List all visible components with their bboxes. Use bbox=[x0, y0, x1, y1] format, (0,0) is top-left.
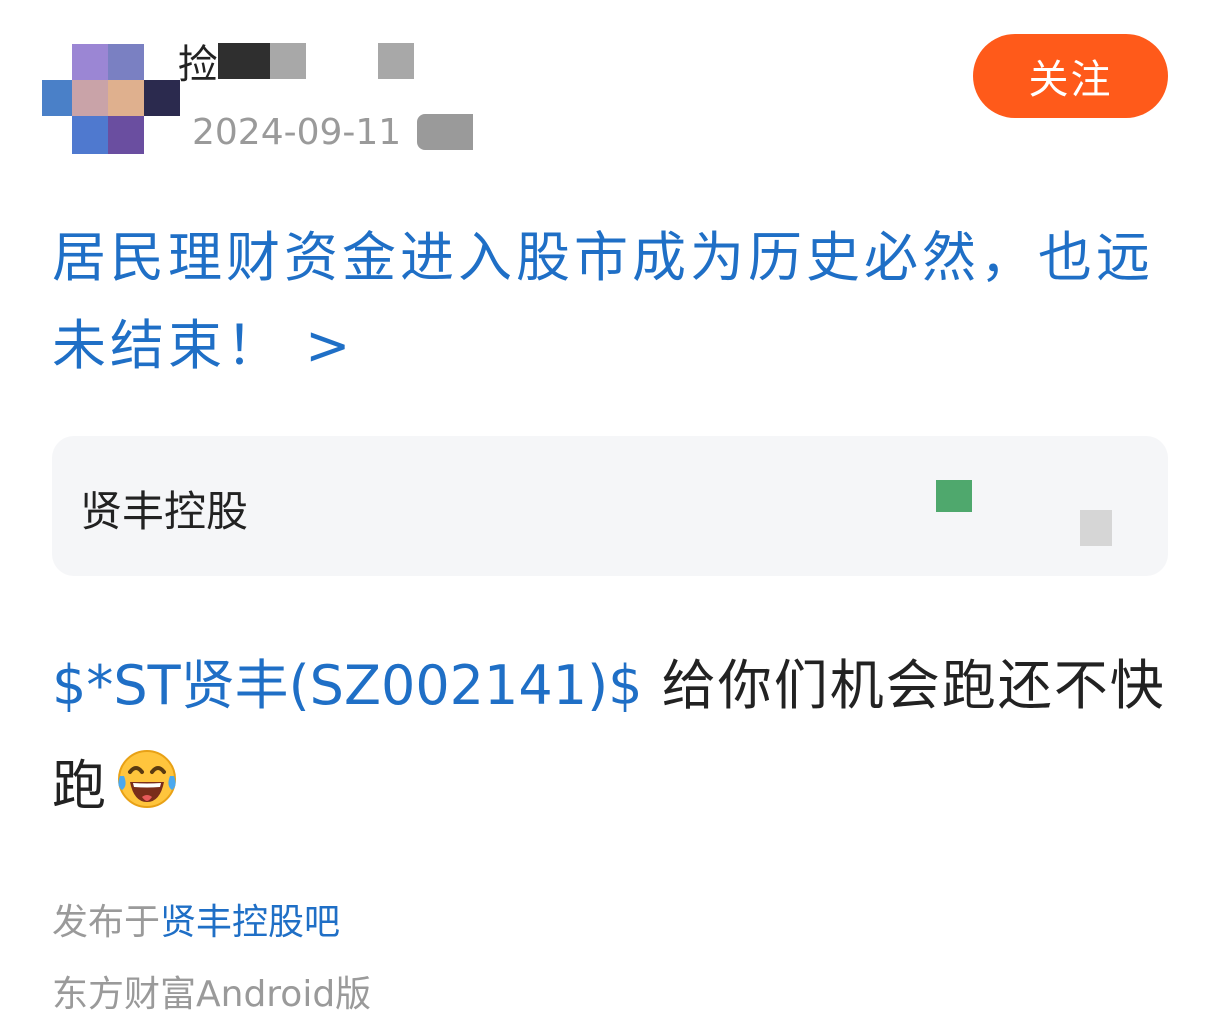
chart-up-block bbox=[936, 480, 972, 512]
username-text: 捡 bbox=[178, 42, 218, 88]
post-body: $*ST贤丰(SZ002141)$ 给你们机会跑还不快跑 bbox=[52, 636, 1182, 844]
username-redaction bbox=[378, 43, 414, 79]
tears-of-joy-emoji-svg bbox=[118, 750, 176, 808]
date-redaction bbox=[417, 114, 474, 150]
avatar-pixel bbox=[108, 44, 144, 80]
post-date-text: 2024-09-11 bbox=[192, 111, 402, 153]
username-redaction bbox=[270, 43, 306, 79]
stock-card[interactable]: 贤丰控股 bbox=[52, 436, 1168, 576]
avatar-pixel bbox=[108, 116, 144, 154]
username-gap bbox=[306, 43, 378, 79]
chart-redaction bbox=[1080, 510, 1112, 546]
user-avatar[interactable] bbox=[42, 44, 182, 154]
avatar-pixel bbox=[42, 80, 72, 116]
post-date: 2024-09-11 bbox=[192, 110, 474, 154]
post-page: 捡 2024-09-11 关注 居民理财资金进入股市成为历史必然，也远未结束！ … bbox=[0, 0, 1220, 1034]
avatar-pixel bbox=[108, 80, 144, 116]
avatar-pixel bbox=[72, 116, 108, 154]
avatar-pixel bbox=[144, 80, 180, 116]
follow-button[interactable]: 关注 bbox=[973, 34, 1168, 118]
avatar-pixel bbox=[72, 44, 108, 80]
stock-tag-link[interactable]: $*ST贤丰(SZ002141)$ bbox=[52, 654, 643, 717]
topic-link[interactable]: 居民理财资金进入股市成为历史必然，也远未结束！ > bbox=[52, 214, 1182, 390]
published-prefix: 发布于 bbox=[52, 902, 161, 943]
username-redaction bbox=[218, 43, 270, 79]
stock-card-name: 贤丰控股 bbox=[80, 487, 249, 536]
tears-of-joy-emoji-icon bbox=[114, 744, 180, 844]
username[interactable]: 捡 bbox=[178, 36, 414, 88]
stock-mini-chart-icon bbox=[936, 480, 1112, 546]
avatar-pixel bbox=[72, 80, 108, 116]
client-source: 东方财富Android版 bbox=[52, 974, 372, 1015]
forum-link[interactable]: 贤丰控股吧 bbox=[160, 902, 340, 943]
published-in: 发布于贤丰控股吧 bbox=[52, 893, 340, 945]
